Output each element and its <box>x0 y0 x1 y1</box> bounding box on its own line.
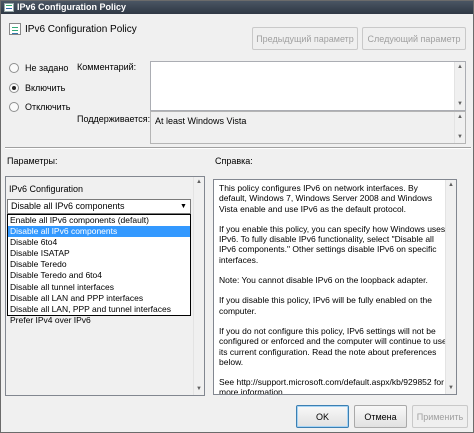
separator <box>5 147 471 149</box>
help-paragraph: If you do not configure this policy, IPv… <box>219 325 447 367</box>
options-label: Параметры: <box>7 156 58 166</box>
comment-scrollbar[interactable]: ▲ ▼ <box>454 62 465 110</box>
options-scrollbar[interactable]: ▲ ▼ <box>193 177 204 395</box>
policy-settings-icon <box>9 23 21 35</box>
radio-enabled[interactable]: Включить <box>9 83 65 93</box>
combo-selected-value: Disable all IPv6 components <box>11 201 125 211</box>
help-label: Справка: <box>215 156 253 166</box>
ipv6-configuration-label: IPv6 Configuration <box>9 184 84 194</box>
ok-button[interactable]: OK <box>296 405 349 428</box>
radio-not-configured[interactable]: Не задано <box>9 63 68 73</box>
ipv6-configuration-combo[interactable]: Disable all IPv6 components ▼ <box>7 199 191 214</box>
scroll-up-icon[interactable]: ▲ <box>455 112 465 123</box>
policy-icon <box>4 3 14 12</box>
previous-setting-button[interactable]: Предыдущий параметр <box>252 27 358 50</box>
scroll-down-icon[interactable]: ▼ <box>446 383 456 394</box>
comment-label: Комментарий: <box>77 62 137 72</box>
dropdown-option[interactable]: Disable all LAN, PPP and tunnel interfac… <box>8 304 190 315</box>
scroll-down-icon[interactable]: ▼ <box>455 132 465 143</box>
radio-indicator <box>9 63 19 73</box>
scroll-up-icon[interactable]: ▲ <box>455 62 465 73</box>
dropdown-option[interactable]: Disable all LAN and PPP interfaces <box>8 293 190 304</box>
policy-dialog: IPv6 Configuration Policy IPv6 Configura… <box>0 0 474 433</box>
dropdown-option[interactable]: Disable ISATAP <box>8 248 190 259</box>
supported-on-field: At least Windows Vista ▲ ▼ <box>150 111 466 144</box>
scroll-down-icon[interactable]: ▼ <box>455 99 465 110</box>
chevron-down-icon[interactable]: ▼ <box>178 201 189 212</box>
comment-textarea[interactable]: ▲ ▼ <box>150 61 466 111</box>
radio-indicator <box>9 102 19 112</box>
radio-label: Включить <box>25 83 66 93</box>
title-bar: IPv6 Configuration Policy <box>1 1 473 14</box>
dropdown-option[interactable]: Disable Teredo <box>8 259 190 270</box>
window-title: IPv6 Configuration Policy <box>17 2 127 12</box>
supported-scrollbar[interactable]: ▲ ▼ <box>454 112 465 143</box>
supported-value: At least Windows Vista <box>155 116 247 126</box>
dropdown-option-highlighted[interactable]: Disable all IPv6 components <box>8 226 190 238</box>
ipv6-options-dropdown: Enable all IPv6 components (default) Dis… <box>7 214 191 325</box>
dropdown-option[interactable]: Disable Teredo and 6to4 <box>8 270 190 281</box>
help-paragraph: If you enable this policy, you can speci… <box>219 223 446 265</box>
next-setting-button[interactable]: Следующий параметр <box>362 27 466 50</box>
dropdown-option[interactable]: Disable 6to4 <box>8 237 190 248</box>
help-paragraph: This policy configures IPv6 on network i… <box>219 183 433 214</box>
radio-label: Отключить <box>25 102 71 112</box>
dropdown-option[interactable]: Prefer IPv4 over IPv6 <box>8 315 190 326</box>
cancel-button[interactable]: Отмена <box>354 405 407 428</box>
policy-name: IPv6 Configuration Policy <box>25 24 137 35</box>
scroll-down-icon[interactable]: ▼ <box>194 384 204 395</box>
help-scrollbar[interactable]: ▲ ▼ <box>445 180 456 394</box>
dropdown-option[interactable]: Disable all tunnel interfaces <box>8 282 190 293</box>
help-paragraph: See http://support.microsoft.com/default… <box>219 377 444 395</box>
help-paragraph: Note: You cannot disable IPv6 on the loo… <box>219 275 428 286</box>
help-text-panel: This policy configures IPv6 on network i… <box>213 179 457 395</box>
scroll-up-icon[interactable]: ▲ <box>194 177 204 188</box>
radio-disabled[interactable]: Отключить <box>9 102 71 112</box>
scroll-up-icon[interactable]: ▲ <box>446 180 456 191</box>
help-paragraph: If you disable this policy, IPv6 will be… <box>219 295 432 316</box>
apply-button[interactable]: Применить <box>412 405 468 428</box>
radio-indicator <box>9 83 19 93</box>
supported-label: Поддерживается: <box>77 114 151 124</box>
dropdown-option[interactable]: Enable all IPv6 components (default) <box>8 215 190 226</box>
radio-label: Не задано <box>25 63 69 73</box>
